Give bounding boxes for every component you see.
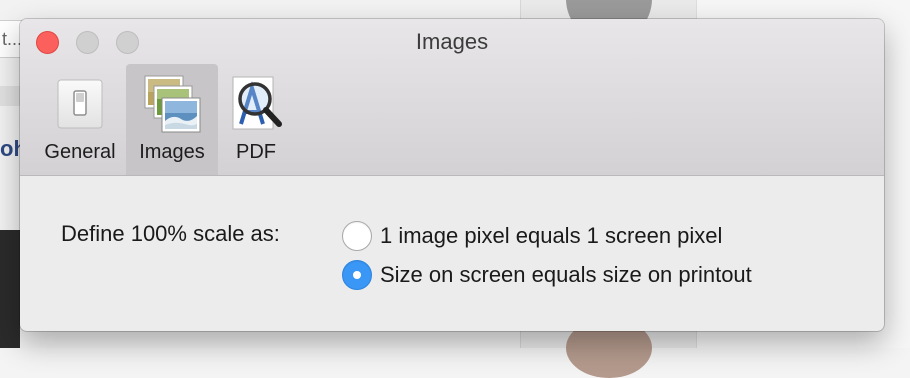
radio-size-on-screen[interactable]	[342, 260, 372, 290]
preferences-window: Images General Images PDF Define 100% sc…	[20, 19, 884, 331]
radio-image-pixel[interactable]	[342, 221, 372, 251]
option-size-on-screen-label[interactable]: Size on screen equals size on printout	[380, 262, 752, 288]
images-stack-icon	[141, 74, 203, 141]
general-switch-icon	[51, 74, 109, 137]
tab-pdf-label: PDF	[236, 141, 276, 163]
option-image-pixel[interactable]: 1 image pixel equals 1 screen pixel	[342, 221, 722, 251]
tab-images[interactable]: Images	[126, 64, 218, 175]
tab-general-label: General	[44, 141, 116, 163]
background-toolbar-strip	[0, 86, 20, 106]
background-image-area	[0, 230, 20, 348]
titlebar-toolbar: Images General Images PDF	[20, 19, 884, 176]
option-size-on-screen[interactable]: Size on screen equals size on printout	[342, 260, 752, 290]
window-title: Images	[415, 29, 489, 54]
pdf-magnifier-icon	[225, 74, 287, 141]
tab-general[interactable]: General	[36, 64, 124, 175]
tab-pdf[interactable]: PDF	[220, 64, 292, 175]
scale-label: Define 100% scale as:	[61, 221, 280, 246]
tab-images-label: Images	[139, 141, 205, 163]
option-image-pixel-label[interactable]: 1 image pixel equals 1 screen pixel	[380, 223, 722, 249]
